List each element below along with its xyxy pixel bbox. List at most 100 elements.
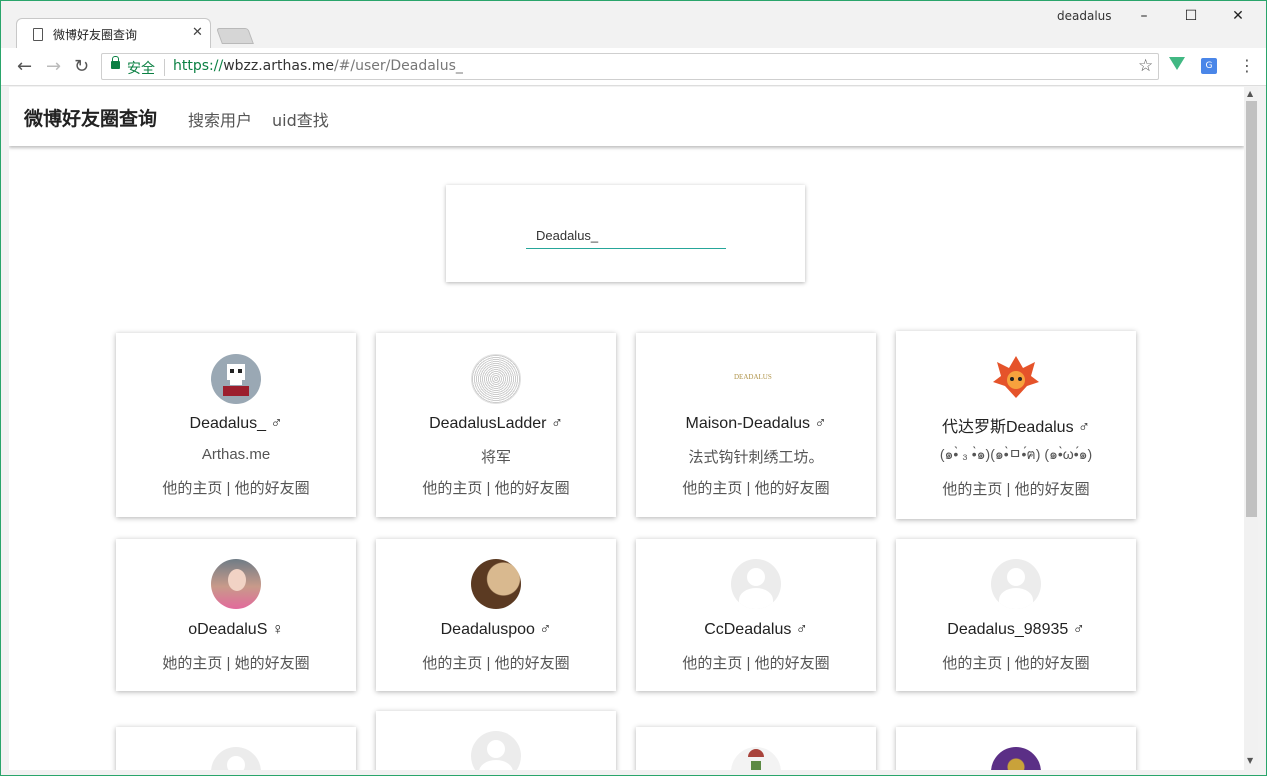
circle-link[interactable]: 她的好友圈 <box>235 655 310 672</box>
nav-search-user[interactable]: 搜索用户 <box>188 107 252 131</box>
user-card: 代达罗斯Deadalus ♂ (๑•̀ ₃ •̀๑)(๑•̀ㅁ•́ฅ) (๑•̀… <box>896 331 1136 519</box>
gender-icon: ♀ <box>271 621 284 638</box>
page-icon <box>33 28 43 41</box>
plant-shape <box>751 761 761 770</box>
user-name[interactable]: Maison-Deadalus ♂ <box>636 415 876 433</box>
gender-icon: ♂ <box>1078 419 1091 436</box>
circle-link[interactable]: 他的好友圈 <box>495 655 570 672</box>
user-name[interactable]: Deadaluspoo ♂ <box>376 621 616 639</box>
bookmark-star-icon[interactable]: ☆ <box>1138 56 1153 76</box>
home-link[interactable]: 他的主页 <box>162 480 222 497</box>
user-name[interactable]: Deadalus_98935 ♂ <box>896 621 1136 639</box>
reload-icon[interactable]: ↻ <box>74 56 89 77</box>
purple-avatar[interactable] <box>991 747 1041 770</box>
browser-window: 微博好友圈查询 ✕ deadalus – ☐ ✕ ← → ↻ 安全 https:… <box>0 0 1267 776</box>
user-card: Deadalus_98935 ♂ 他的主页 | 他的好友圈 <box>896 539 1136 691</box>
user-card: DeadalusLadder ♂ 将军 他的主页 | 他的好友圈 <box>376 333 616 517</box>
default-avatar[interactable] <box>211 747 261 770</box>
user-name[interactable]: oDeadaluS ♀ <box>116 621 356 639</box>
user-card <box>376 711 616 770</box>
site-navbar: 微博好友圈查询 搜索用户 uid查找 <box>9 87 1244 146</box>
skull-avatar[interactable] <box>211 354 261 404</box>
back-arrow-icon[interactable]: ← <box>17 56 32 77</box>
default-avatar[interactable] <box>731 559 781 609</box>
close-tab-icon[interactable]: ✕ <box>192 25 203 40</box>
user-links: 他的主页 | 他的好友圈 <box>896 478 1136 499</box>
scrollbar-thumb[interactable] <box>1246 101 1257 517</box>
fox-avatar[interactable] <box>991 352 1041 402</box>
address-bar[interactable]: 安全 https://wbzz.arthas.me/#/user/Deadalu… <box>101 53 1159 80</box>
scroll-down-arrow-icon[interactable]: ▼ <box>1247 756 1253 765</box>
home-link[interactable]: 他的主页 <box>942 481 1002 498</box>
nav-uid-lookup[interactable]: uid查找 <box>272 107 329 131</box>
user-links: 他的主页 | 他的好友圈 <box>636 477 876 498</box>
user-links: 他的主页 | 他的好友圈 <box>896 652 1136 673</box>
user-name[interactable]: 代达罗斯Deadalus ♂ <box>896 413 1136 437</box>
page-viewport: 微博好友圈查询 搜索用户 uid查找 Deadalus_ ♂ Arthas.me… <box>9 87 1244 770</box>
circle-link[interactable]: 他的好友圈 <box>1015 481 1090 498</box>
default-avatar[interactable] <box>991 559 1041 609</box>
browser-tab[interactable]: 微博好友圈查询 ✕ <box>16 18 211 49</box>
umbrella-shape <box>748 749 764 757</box>
home-link[interactable]: 他的主页 <box>422 655 482 672</box>
url-scheme: https:// <box>173 58 224 74</box>
logo-avatar[interactable]: DEADALUS <box>731 354 781 404</box>
user-name[interactable]: DeadalusLadder ♂ <box>376 415 616 433</box>
user-card: Deadalus_ ♂ Arthas.me 他的主页 | 他的好友圈 <box>116 333 356 517</box>
forward-arrow-icon[interactable]: → <box>46 56 61 77</box>
user-links: 他的主页 | 他的好友圈 <box>376 652 616 673</box>
search-input[interactable] <box>526 223 726 249</box>
secure-label: 安全 <box>127 61 155 77</box>
circle-link[interactable]: 他的好友圈 <box>755 655 830 672</box>
profile-name[interactable]: deadalus <box>1057 9 1112 23</box>
vue-devtools-icon[interactable] <box>1169 57 1185 70</box>
home-link[interactable]: 他的主页 <box>682 480 742 497</box>
user-card: CcDeadalus ♂ 他的主页 | 他的好友圈 <box>636 539 876 691</box>
photo-avatar[interactable] <box>211 559 261 609</box>
logo-text: DEADALUS <box>734 373 772 381</box>
user-links: 他的主页 | 他的好友圈 <box>636 652 876 673</box>
home-link[interactable]: 他的主页 <box>422 480 482 497</box>
link-separator: | <box>1006 481 1011 498</box>
new-tab-button[interactable] <box>216 28 254 44</box>
vertical-scrollbar[interactable]: ▲ ▼ <box>1244 87 1258 770</box>
circle-link[interactable]: 他的好友圈 <box>495 480 570 497</box>
link-separator: | <box>226 655 231 672</box>
home-link[interactable]: 他的主页 <box>942 655 1002 672</box>
user-desc: Arthas.me <box>201 446 271 463</box>
user-desc: (๑•̀ ₃ •̀๑)(๑•̀ㅁ•́ฅ) (๑•̀ω•́๑) <box>939 446 1093 462</box>
user-links: 他的主页 | 他的好友圈 <box>376 477 616 498</box>
user-links: 她的主页 | 她的好友圈 <box>116 652 356 673</box>
home-link[interactable]: 她的主页 <box>162 655 222 672</box>
close-window-button[interactable]: ✕ <box>1223 5 1253 27</box>
circle-link[interactable]: 他的好友圈 <box>235 480 310 497</box>
face-shape <box>228 569 246 591</box>
translate-icon[interactable]: G <box>1201 58 1217 74</box>
site-brand[interactable]: 微博好友圈查询 <box>24 104 157 131</box>
title-bar: 微博好友圈查询 ✕ deadalus – ☐ ✕ <box>1 1 1266 49</box>
moon-avatar[interactable] <box>471 559 521 609</box>
link-separator: | <box>746 655 751 672</box>
home-link[interactable]: 他的主页 <box>682 655 742 672</box>
user-name[interactable]: CcDeadalus ♂ <box>636 621 876 639</box>
gender-icon: ♂ <box>795 621 808 638</box>
user-card <box>116 727 356 770</box>
circle-link[interactable]: 他的好友圈 <box>755 480 830 497</box>
user-card: oDeadaluS ♀ 她的主页 | 她的好友圈 <box>116 539 356 691</box>
gender-icon: ♂ <box>814 415 827 432</box>
plant-avatar[interactable] <box>731 747 781 770</box>
url-text[interactable]: https://wbzz.arthas.me/#/user/Deadalus_ <box>173 58 463 74</box>
search-card <box>446 185 805 282</box>
lock-icon <box>111 56 120 69</box>
user-card <box>896 727 1136 770</box>
circle-link[interactable]: 他的好友圈 <box>1015 655 1090 672</box>
default-avatar[interactable] <box>471 731 521 770</box>
minimize-button[interactable]: – <box>1129 5 1159 27</box>
dots-avatar[interactable] <box>471 354 521 404</box>
scroll-up-arrow-icon[interactable]: ▲ <box>1247 89 1253 98</box>
maximize-button[interactable]: ☐ <box>1176 5 1206 27</box>
user-name[interactable]: Deadalus_ ♂ <box>116 415 356 433</box>
gender-icon: ♂ <box>1072 621 1085 638</box>
url-path: /#/user/Deadalus_ <box>333 58 463 74</box>
menu-icon[interactable]: ⋮ <box>1239 56 1255 75</box>
